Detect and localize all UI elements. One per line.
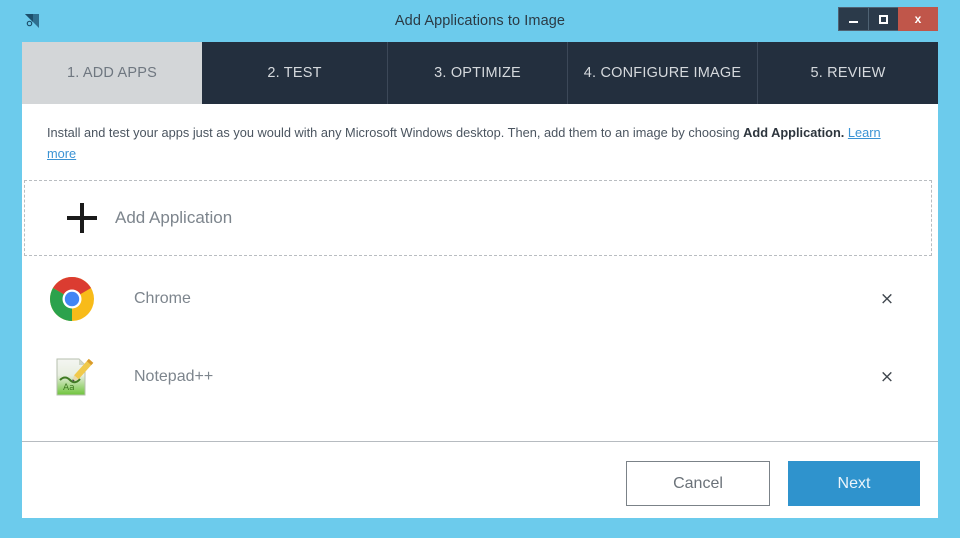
tab-optimize[interactable]: 3. OPTIMIZE	[388, 42, 568, 104]
chrome-icon	[24, 274, 120, 324]
tab-review[interactable]: 5. REVIEW	[758, 42, 938, 104]
application-list: Chrome × Aa Notepad++ ×	[24, 260, 932, 416]
tab-configure-image[interactable]: 4. CONFIGURE IMAGE	[568, 42, 758, 104]
application-row-chrome[interactable]: Chrome ×	[24, 260, 932, 338]
window-controls: x	[838, 7, 938, 31]
add-application-label: Add Application	[115, 208, 233, 227]
maximize-icon	[879, 14, 888, 24]
plus-icon	[67, 203, 97, 233]
instructions-bold: Add Application.	[743, 125, 845, 140]
tab-add-apps[interactable]: 1. ADD APPS	[22, 42, 202, 113]
tab-test[interactable]: 2. TEST	[202, 42, 388, 104]
instructions-text: Install and test your apps just as you w…	[47, 122, 911, 164]
close-button[interactable]: x	[898, 7, 938, 31]
wizard-tab-strip: 1. ADD APPS 2. TEST 3. OPTIMIZE 4. CONFI…	[22, 42, 938, 113]
remove-application-button[interactable]: ×	[876, 366, 898, 388]
window-title: Add Applications to Image	[394, 13, 566, 29]
next-button[interactable]: Next	[788, 461, 920, 506]
instructions-part1: Install and test your apps just as you w…	[47, 125, 744, 140]
application-window: Add Applications to Image x 1. ADD APPS …	[0, 0, 960, 538]
application-name: Chrome	[134, 290, 191, 307]
add-application-button[interactable]: Add Application	[24, 180, 932, 256]
footer-bar: Cancel Next	[22, 442, 938, 518]
minimize-icon	[849, 21, 858, 23]
svg-text:Aa: Aa	[63, 383, 75, 393]
cancel-button[interactable]: Cancel	[626, 461, 770, 506]
maximize-button[interactable]	[868, 7, 898, 31]
application-name: Notepad++	[134, 368, 214, 385]
title-bar: Add Applications to Image x	[0, 0, 960, 42]
application-row-notepadpp[interactable]: Aa Notepad++ ×	[24, 338, 932, 416]
minimize-button[interactable]	[838, 7, 868, 31]
notepad-plus-plus-icon: Aa	[24, 352, 120, 402]
remove-application-button[interactable]: ×	[876, 288, 898, 310]
